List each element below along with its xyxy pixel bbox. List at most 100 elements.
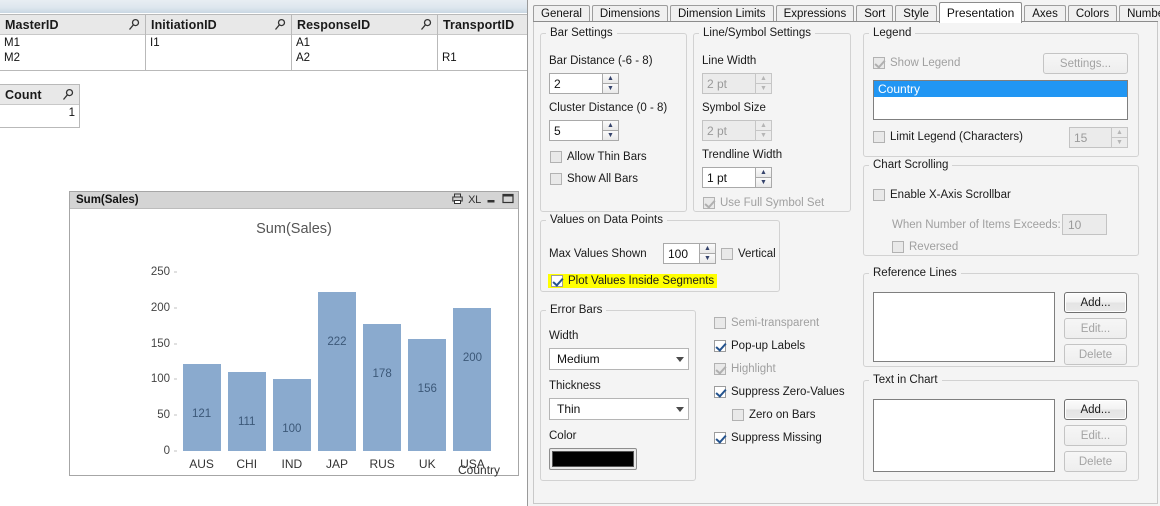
legend-dimension-list[interactable]: Country <box>873 80 1128 120</box>
checkbox-box[interactable] <box>714 340 726 352</box>
trendline-width-input[interactable]: 1 pt <box>702 167 755 188</box>
spinner-buttons[interactable]: ▲ ▼ <box>602 73 619 94</box>
list-item[interactable]: I1 <box>146 36 291 51</box>
list-item[interactable]: A1 <box>292 36 437 51</box>
symbol-size-input[interactable]: 2 pt <box>702 120 755 141</box>
checkbox-zero-on-bars[interactable]: Zero on Bars <box>732 409 815 421</box>
text-in-chart-edit-button[interactable]: Edit... <box>1064 425 1127 446</box>
bar-group[interactable]: 100 IND <box>272 265 312 471</box>
spinner-down-icon[interactable]: ▼ <box>602 130 619 141</box>
tab-colors[interactable]: Colors <box>1067 5 1118 22</box>
listbox-count[interactable]: Count 1 <box>0 84 80 128</box>
spinner-up-icon[interactable]: ▲ <box>755 167 772 177</box>
spinner-down-icon[interactable]: ▼ <box>602 83 619 94</box>
checkbox-show-legend[interactable]: Show Legend <box>873 57 960 69</box>
checkbox-box[interactable] <box>714 432 726 444</box>
spinner-up-icon[interactable]: ▲ <box>699 243 716 253</box>
properties-tabstrip[interactable]: General Dimensions Dimension Limits Expr… <box>533 2 1160 23</box>
bar-group[interactable]: 121 AUS <box>182 265 222 471</box>
spinner-up-icon[interactable]: ▲ <box>1111 127 1128 137</box>
list-item[interactable]: M2 <box>0 51 145 66</box>
spinner-up-icon[interactable]: ▲ <box>602 73 619 83</box>
list-item-selected[interactable]: Country <box>874 81 1127 97</box>
search-icon[interactable] <box>61 88 75 102</box>
checkbox-box[interactable] <box>873 131 885 143</box>
error-bar-thickness-select[interactable]: Thin <box>549 398 689 420</box>
when-items-exceed-input[interactable]: 10 <box>1062 214 1107 235</box>
line-width-spinner[interactable]: 2 pt ▲ ▼ <box>702 73 772 94</box>
listbox-values[interactable]: M1 M2 <box>0 35 145 66</box>
tab-general[interactable]: General <box>533 5 590 22</box>
spinner-down-icon[interactable]: ▼ <box>699 253 716 264</box>
search-icon[interactable] <box>127 18 141 32</box>
bar[interactable]: 222 <box>317 292 356 451</box>
text-in-chart-add-button[interactable]: Add... <box>1064 399 1127 420</box>
chart-plot-area[interactable]: 0 50 100 150 200 250 121 AUS 111 CHI 100… <box>151 265 495 471</box>
bar-group[interactable]: 156 UK <box>407 265 447 471</box>
max-values-shown-input[interactable]: 100 <box>663 243 699 264</box>
checkbox-enable-x-axis-scrollbar[interactable]: Enable X-Axis Scrollbar <box>873 189 1011 201</box>
spinner-buttons[interactable]: ▲ ▼ <box>755 120 772 141</box>
minimize-icon[interactable] <box>486 193 497 207</box>
checkbox-box[interactable] <box>551 275 563 287</box>
tab-number[interactable]: Number <box>1119 5 1160 22</box>
spinner-up-icon[interactable]: ▲ <box>755 120 772 130</box>
checkbox-vertical[interactable]: Vertical <box>721 248 776 260</box>
tab-axes[interactable]: Axes <box>1024 5 1066 22</box>
bar[interactable]: 178 <box>363 323 402 451</box>
checkbox-suppress-zero-values[interactable]: Suppress Zero-Values <box>714 386 845 398</box>
spinner-buttons[interactable]: ▲ ▼ <box>755 73 772 94</box>
listbox-values[interactable]: A1 A2 <box>292 35 437 66</box>
bar[interactable]: 200 <box>453 307 492 451</box>
listbox-values[interactable]: R1 <box>438 35 527 66</box>
checkbox-popup-labels[interactable]: Pop-up Labels <box>714 340 805 352</box>
checkbox-box[interactable] <box>721 248 733 260</box>
limit-legend-input[interactable]: 15 <box>1069 127 1111 148</box>
tab-dimension-limits[interactable]: Dimension Limits <box>670 5 774 22</box>
text-in-chart-list[interactable] <box>873 399 1055 472</box>
bar-group[interactable]: 178 RUS <box>362 265 402 471</box>
checkbox-semi-transparent[interactable]: Semi-transparent <box>714 317 819 329</box>
legend-settings-button[interactable]: Settings... <box>1043 53 1128 74</box>
search-icon[interactable] <box>419 18 433 32</box>
spinner-down-icon[interactable]: ▼ <box>755 130 772 141</box>
error-bar-width-select[interactable]: Medium <box>549 348 689 370</box>
checkbox-highlight[interactable]: Highlight <box>714 363 776 375</box>
bar-distance-spinner[interactable]: 2 ▲ ▼ <box>549 73 619 94</box>
spinner-buttons[interactable]: ▲ ▼ <box>755 167 772 188</box>
listbox-transportid[interactable]: TransportID R1 <box>437 14 527 71</box>
list-item[interactable]: M1 <box>0 36 145 51</box>
spinner-buttons[interactable]: ▲ ▼ <box>1111 127 1128 148</box>
reference-lines-delete-button[interactable]: Delete <box>1064 344 1127 365</box>
checkbox-box[interactable] <box>892 241 904 253</box>
tab-dimensions[interactable]: Dimensions <box>591 5 668 22</box>
checkbox-reversed[interactable]: Reversed <box>892 241 958 253</box>
bar-group[interactable]: 200 USA <box>452 265 492 471</box>
listbox-values[interactable]: I1 <box>146 35 291 51</box>
spinner-down-icon[interactable]: ▼ <box>755 177 772 188</box>
bar[interactable]: 156 <box>408 339 447 451</box>
spinner-buttons[interactable]: ▲ ▼ <box>699 243 716 264</box>
list-item[interactable]: 1 <box>0 106 79 121</box>
list-item[interactable]: R1 <box>438 51 527 66</box>
bar[interactable]: 100 <box>272 379 311 451</box>
checkbox-suppress-missing[interactable]: Suppress Missing <box>714 432 822 444</box>
checkbox-box[interactable] <box>550 151 562 163</box>
bar[interactable]: 121 <box>182 364 221 451</box>
checkbox-plot-values-inside-segments[interactable]: Plot Values Inside Segments <box>548 274 718 288</box>
search-icon[interactable] <box>273 18 287 32</box>
error-bar-color-swatch[interactable] <box>549 448 637 470</box>
spinner-down-icon[interactable]: ▼ <box>755 83 772 94</box>
limit-legend-spinner[interactable]: 15 ▲ ▼ <box>1069 127 1128 148</box>
excel-export-icon[interactable]: XL <box>468 194 481 206</box>
checkbox-box[interactable] <box>714 317 726 329</box>
listbox-initiationid[interactable]: InitiationID I1 <box>145 14 292 71</box>
cluster-distance-spinner[interactable]: 5 ▲ ▼ <box>549 120 619 141</box>
bar[interactable]: 111 <box>227 371 266 451</box>
listbox-masterid[interactable]: MasterID M1 M2 <box>0 14 146 71</box>
chevron-down-icon[interactable] <box>676 406 684 412</box>
checkbox-box[interactable] <box>550 173 562 185</box>
spinner-up-icon[interactable]: ▲ <box>755 73 772 83</box>
checkbox-box[interactable] <box>703 197 715 209</box>
maximize-icon[interactable] <box>502 193 514 207</box>
